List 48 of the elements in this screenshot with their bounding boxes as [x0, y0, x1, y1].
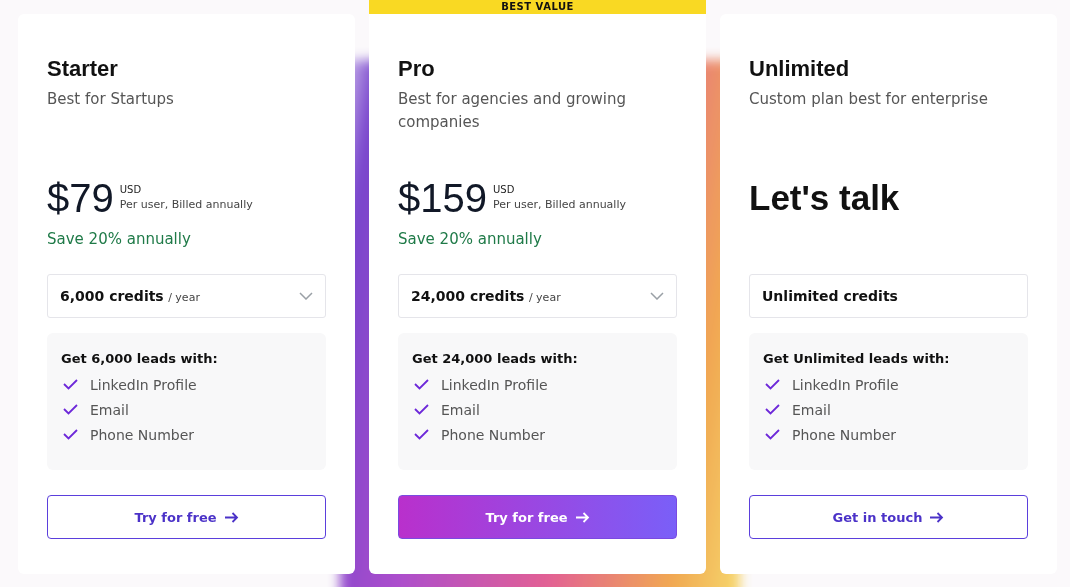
checkmark-icon	[765, 429, 780, 440]
feature-item: Email	[792, 401, 831, 418]
arrow-right-icon	[575, 511, 590, 523]
billing-note: Per user, Billed annually	[119, 198, 253, 211]
credits-dropdown[interactable]: 6,000 credits / year	[47, 274, 326, 318]
checkmark-icon	[63, 404, 78, 415]
arrow-right-icon	[930, 511, 945, 523]
checkmark-icon	[414, 404, 429, 415]
features-title: Get Unlimited leads with:	[763, 351, 951, 366]
features-title: Get 6,000 leads with:	[61, 351, 219, 366]
plan-tagline: Best for Startups	[47, 89, 175, 110]
checkmark-icon	[414, 429, 429, 440]
savings-note: Save 20% annually	[398, 230, 543, 248]
feature-item: Email	[90, 401, 129, 418]
billing-note: Per user, Billed annually	[493, 198, 626, 211]
feature-item: LinkedIn Profile	[441, 376, 548, 393]
plan-tagline: Custom plan best for enterprise	[749, 89, 989, 110]
plan-name: Pro	[398, 56, 436, 82]
feature-item: Phone Number	[441, 426, 546, 443]
plan-tagline: Best for agencies and growing companies	[398, 89, 628, 133]
checkmark-icon	[414, 379, 429, 390]
checkmark-icon	[765, 404, 780, 415]
savings-note: Save 20% annually	[47, 230, 192, 248]
currency-label: USD	[493, 184, 516, 195]
feature-item: LinkedIn Profile	[90, 376, 197, 393]
cta-button[interactable]: Try for free	[398, 495, 677, 539]
plan-price: Let's talk	[749, 177, 901, 219]
plan-name: Unlimited	[749, 56, 851, 82]
plan-price: $159	[398, 176, 487, 220]
chevron-down-icon	[650, 292, 664, 300]
features-title: Get 24,000 leads with:	[412, 351, 579, 366]
checkmark-icon	[765, 379, 780, 390]
feature-item: Phone Number	[792, 426, 897, 443]
checkmark-icon	[63, 379, 78, 390]
feature-item: Email	[441, 401, 480, 418]
plan-price: $79	[47, 176, 114, 220]
plan-name: Starter	[47, 56, 119, 82]
credits-field: Unlimited credits	[749, 274, 1028, 318]
credits-dropdown[interactable]: 24,000 credits / year	[398, 274, 677, 318]
arrow-right-icon	[224, 511, 239, 523]
feature-item: Phone Number	[90, 426, 195, 443]
feature-item: LinkedIn Profile	[792, 376, 899, 393]
cta-button[interactable]: Get in touch	[749, 495, 1028, 539]
cta-button[interactable]: Try for free	[47, 495, 326, 539]
chevron-down-icon	[299, 292, 313, 300]
currency-label: USD	[119, 184, 143, 195]
best-value-banner: BEST VALUE	[369, 0, 706, 14]
checkmark-icon	[63, 429, 78, 440]
